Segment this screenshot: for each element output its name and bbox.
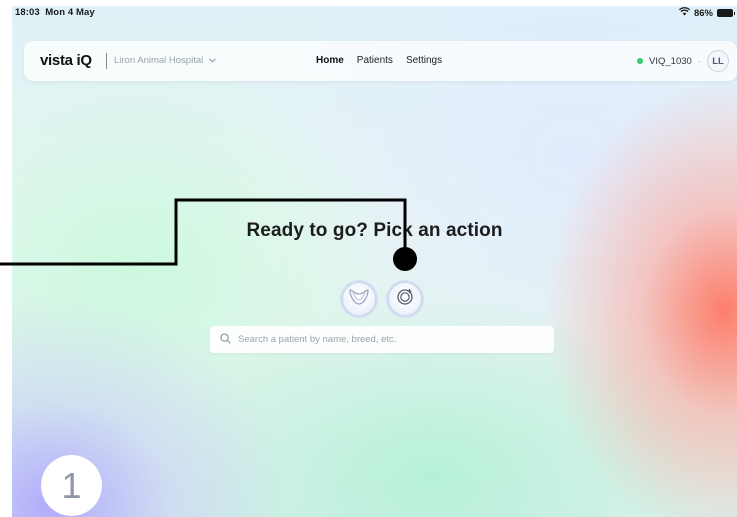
hospital-selector[interactable]: Liron Animal Hospital [114,55,217,66]
separator-dot: · [697,55,701,67]
tab-patients[interactable]: Patients [357,54,393,67]
app-screen: 18:03 Mon 4 May 86% vista iQ Liron Anima… [12,6,737,517]
battery-percentage: 86% [693,7,713,19]
top-navbar: vista iQ Liron Animal Hospital Home Pati… [24,41,737,81]
vista-iq-logo[interactable]: vista iQ [40,52,92,69]
new-scan-button[interactable] [388,282,422,316]
step-number-badge: 1 [41,455,102,516]
status-bar: 18:03 Mon 4 May 86% [12,6,737,26]
tab-home[interactable]: Home [316,54,344,67]
user-avatar[interactable]: LL [707,50,729,72]
device-user-area: VIQ_1030 · LL [637,50,729,72]
device-id[interactable]: VIQ_1030 [649,56,692,67]
page-title: Ready to go? Pick an action [246,220,503,241]
patient-search[interactable] [210,326,554,353]
dental-scan-button[interactable] [342,282,376,316]
search-icon [220,331,231,349]
logo-divider [106,53,107,69]
chevron-down-icon [209,55,217,66]
search-input[interactable] [238,334,538,345]
new-scan-icon [395,287,415,312]
hospital-name: Liron Animal Hospital [114,55,204,66]
battery-icon [717,9,735,17]
main-nav: Home Patients Settings [316,54,442,67]
device-status-dot [637,58,644,64]
dental-tooth-icon [348,288,370,311]
wifi-icon [678,7,691,19]
status-time: 18:03 Mon 4 May [15,7,95,18]
status-indicators: 86% [678,7,735,19]
tab-settings[interactable]: Settings [406,54,442,67]
